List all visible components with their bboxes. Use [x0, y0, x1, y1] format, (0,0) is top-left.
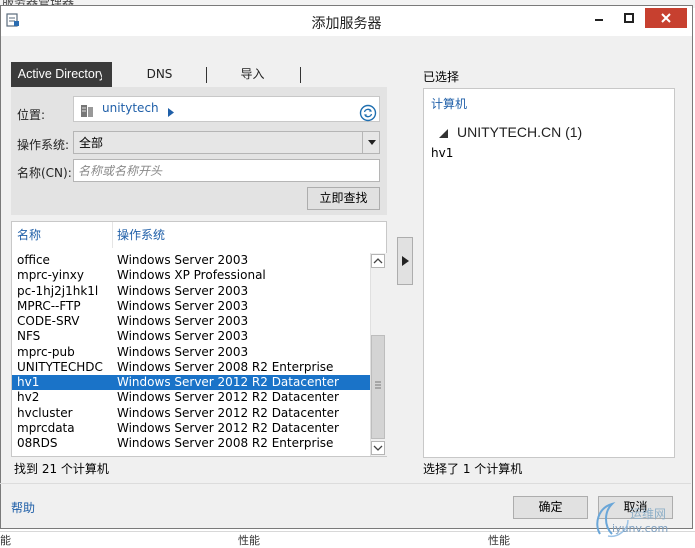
- selected-computers-list: [423, 88, 675, 458]
- row-name: mprc-yinxy: [17, 268, 84, 282]
- os-selected-value: 全部: [79, 136, 104, 150]
- row-name: mprc-pub: [17, 345, 75, 359]
- row-name: UNITYTECHDC: [17, 360, 103, 374]
- scroll-up-button[interactable]: [371, 254, 385, 268]
- arrow-right-icon: [401, 256, 409, 266]
- row-name: CODE-SRV: [17, 314, 80, 328]
- row-name: 08RDS: [17, 436, 58, 450]
- chevron-up-icon: [373, 258, 383, 264]
- list-row[interactable]: hv2 Windows Server 2012 R2 Datacenter: [12, 390, 370, 405]
- row-os: Windows Server 2003: [117, 284, 249, 298]
- title-bar[interactable]: 添加服务器: [1, 6, 692, 36]
- row-name: pc-1hj2j1hk1l: [17, 284, 99, 298]
- background-cell: 性能: [238, 534, 260, 547]
- close-button[interactable]: [645, 8, 687, 28]
- minimize-icon: [595, 19, 603, 21]
- row-os: Windows Server 2003: [117, 345, 249, 359]
- selected-count-text: 选择了 1 个计算机: [423, 462, 523, 476]
- close-icon: [661, 13, 671, 23]
- list-row[interactable]: mprc-yinxy Windows XP Professional: [12, 268, 370, 283]
- chevron-down-icon: [373, 445, 383, 451]
- row-name: mprcdata: [17, 421, 75, 435]
- grip-icon: [375, 381, 381, 389]
- background-cell: 能: [0, 534, 11, 547]
- find-now-button[interactable]: 立即查找: [307, 187, 380, 210]
- row-os: Windows Server 2003: [117, 329, 249, 343]
- row-os: Windows Server 2003: [117, 253, 249, 267]
- scroll-thumb[interactable]: [371, 335, 385, 439]
- row-name: office: [17, 253, 50, 267]
- footer-divider: [0, 483, 691, 484]
- add-to-selected-button[interactable]: [397, 237, 413, 285]
- list-row-selected[interactable]: hv1 Windows Server 2012 R2 Datacenter: [12, 375, 370, 390]
- row-name: hvcluster: [17, 406, 73, 420]
- list-row[interactable]: MPRC--FTP Windows Server 2003: [12, 299, 370, 314]
- row-os: Windows Server 2008 R2 Enterprise: [117, 360, 334, 374]
- column-header-name[interactable]: 名称: [17, 226, 41, 243]
- help-link[interactable]: 帮助: [11, 499, 35, 516]
- watermark-text: 运维网: [630, 507, 667, 521]
- dropdown-button[interactable]: [362, 132, 380, 153]
- name-search-input[interactable]: [73, 159, 380, 182]
- found-count-text: 找到 21 个计算机: [14, 462, 109, 476]
- row-name: hv1: [17, 375, 40, 389]
- tab-import[interactable]: 导入: [225, 62, 280, 87]
- tab-divider: [206, 67, 207, 83]
- list-row[interactable]: hvcluster Windows Server 2012 R2 Datacent…: [12, 406, 370, 421]
- chevron-down-icon: [367, 140, 376, 145]
- column-header-os[interactable]: 操作系统: [117, 226, 165, 243]
- name-label: 名称(CN):: [17, 166, 72, 180]
- ok-button[interactable]: 确定: [513, 496, 588, 519]
- row-os: Windows XP Professional: [117, 268, 266, 282]
- row-name: hv2: [17, 390, 40, 404]
- selected-column-header: 计算机: [431, 97, 468, 111]
- row-os: Windows Server 2012 R2 Datacenter: [117, 375, 339, 389]
- os-select[interactable]: [73, 131, 380, 154]
- maximize-icon: [624, 13, 634, 23]
- server-icon: [81, 105, 93, 117]
- row-os: Windows Server 2008 R2 Enterprise: [117, 436, 334, 450]
- list-row[interactable]: CODE-SRV Windows Server 2003: [12, 314, 370, 329]
- background-cell: 性能: [488, 534, 510, 547]
- list-row[interactable]: UNITYTECHDC Windows Server 2008 R2 Enterp…: [12, 360, 370, 375]
- tab-divider: [300, 67, 301, 83]
- location-value: unitytech: [102, 101, 159, 115]
- list-row[interactable]: pc-1hj2j1hk1l Windows Server 2003: [12, 284, 370, 299]
- maximize-button[interactable]: [615, 8, 643, 28]
- row-os: Windows Server 2012 R2 Datacenter: [117, 421, 339, 435]
- list-row[interactable]: NFS Windows Server 2003: [12, 329, 370, 344]
- location-label: 位置:: [17, 108, 46, 122]
- collapse-triangle-icon[interactable]: [439, 129, 448, 138]
- row-os: Windows Server 2012 R2 Datacenter: [117, 406, 339, 420]
- active-tab-notch: [102, 62, 112, 87]
- selected-panel-title: 已选择: [423, 70, 460, 84]
- row-name: MPRC--FTP: [17, 299, 81, 313]
- column-divider: [112, 222, 113, 248]
- watermark-url: iyunv.com: [612, 522, 669, 535]
- refresh-icon[interactable]: [359, 104, 377, 122]
- row-os: Windows Server 2003: [117, 314, 249, 328]
- chevron-right-icon[interactable]: [168, 108, 175, 117]
- tab-active-directory[interactable]: Active Directory: [11, 62, 112, 87]
- tab-dns[interactable]: DNS: [132, 62, 187, 87]
- row-os: Windows Server 2012 R2 Datacenter: [117, 390, 339, 404]
- row-name: NFS: [17, 329, 41, 343]
- list-row[interactable]: mprcdata Windows Server 2012 R2 Datacente…: [12, 421, 370, 436]
- scroll-down-button[interactable]: [371, 441, 385, 455]
- list-row[interactable]: 08RDS Windows Server 2008 R2 Enterprise: [12, 436, 370, 451]
- domain-group-label[interactable]: UNITYTECH.CN (1): [457, 124, 582, 140]
- row-os: Windows Server 2003: [117, 299, 249, 313]
- list-row[interactable]: office Windows Server 2003: [12, 253, 370, 268]
- list-row[interactable]: mprc-pub Windows Server 2003: [12, 345, 370, 360]
- minimize-button[interactable]: [585, 8, 613, 28]
- selected-computer-item[interactable]: hv1: [431, 146, 453, 160]
- os-label: 操作系统:: [17, 138, 70, 152]
- background-app-footer: 能 性能 性能: [0, 531, 695, 547]
